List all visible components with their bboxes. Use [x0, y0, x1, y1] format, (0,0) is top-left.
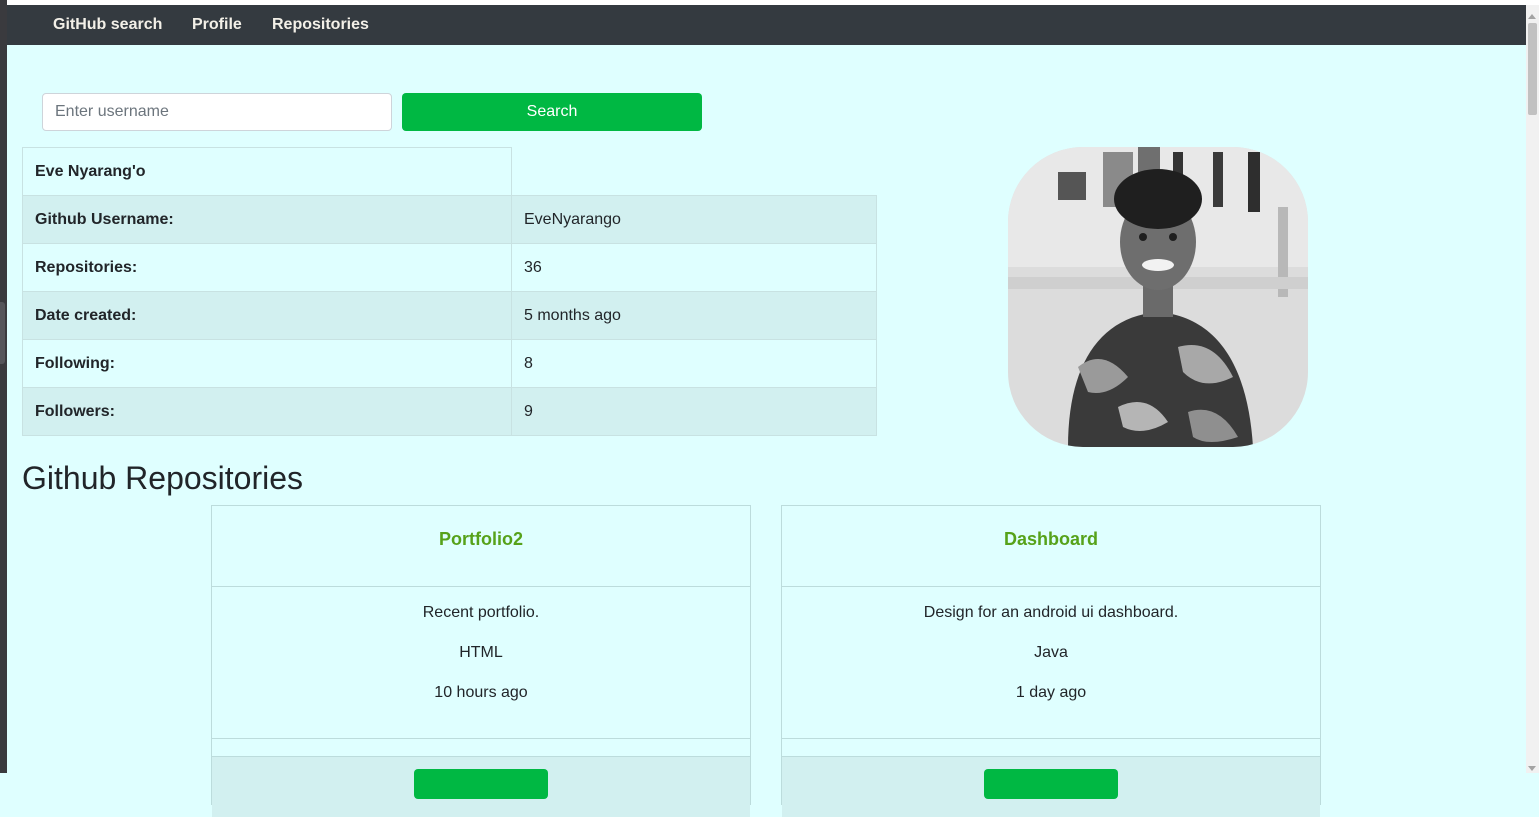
- repo-card-body: Recent portfolio. HTML 10 hours ago: [212, 587, 750, 739]
- profile-value-followers: 9: [511, 387, 877, 436]
- repositories-section-title: Github Repositories: [22, 460, 304, 496]
- avatar-photo: [1008, 147, 1308, 447]
- profile-row-following: Following: 8: [22, 339, 877, 388]
- profile-table: Eve Nyarang'o Github Username: EveNyaran…: [22, 147, 877, 436]
- profile-value-repositories: 36: [511, 243, 877, 292]
- window-left-frame: [0, 0, 7, 773]
- profile-label-followers: Followers:: [22, 387, 512, 436]
- repo-card: Dashboard Design for an android ui dashb…: [781, 505, 1321, 817]
- profile-row-repositories: Repositories: 36: [22, 243, 877, 292]
- repo-description: Design for an android ui dashboard.: [923, 604, 1179, 621]
- repo-language: Java: [1034, 644, 1068, 661]
- profile-label-repositories: Repositories:: [22, 243, 512, 292]
- repo-name-link[interactable]: Dashboard: [782, 506, 1320, 550]
- profile-value-username: EveNyarango: [511, 195, 877, 244]
- repo-card-footer: [782, 756, 1320, 817]
- scroll-down-arrow-icon[interactable]: [1528, 766, 1536, 771]
- scroll-up-arrow-icon[interactable]: [1528, 14, 1536, 19]
- view-repo-button[interactable]: [414, 769, 548, 799]
- repo-card-body: Design for an android ui dashboard. Java…: [782, 587, 1320, 739]
- navbar: GitHub search Profile Repositories: [7, 5, 1526, 45]
- nav-link-repositories[interactable]: Repositories: [272, 16, 369, 34]
- profile-name-row: Eve Nyarang'o: [22, 147, 877, 196]
- repo-card-header: Portfolio2: [212, 506, 750, 587]
- navbar-brand-link[interactable]: GitHub search: [53, 16, 162, 34]
- profile-row-followers: Followers: 9: [22, 387, 877, 436]
- repo-card-footer: [212, 756, 750, 817]
- repo-name-link[interactable]: Portfolio2: [212, 506, 750, 550]
- repo-description: Recent portfolio.: [422, 604, 540, 621]
- profile-label-following: Following:: [22, 339, 512, 388]
- side-panel-handle[interactable]: [0, 302, 5, 364]
- profile-avatar: [1008, 147, 1308, 447]
- view-repo-button[interactable]: [984, 769, 1118, 799]
- repo-updated: 1 day ago: [1015, 684, 1087, 701]
- profile-label-date-created: Date created:: [22, 291, 512, 340]
- profile-row-username: Github Username: EveNyarango: [22, 195, 877, 244]
- profile-name: Eve Nyarang'o: [22, 147, 512, 196]
- repo-card-header: Dashboard: [782, 506, 1320, 587]
- nav-link-profile[interactable]: Profile: [192, 16, 242, 34]
- repo-language: HTML: [459, 644, 503, 661]
- username-search-input[interactable]: [42, 93, 392, 131]
- repo-updated: 10 hours ago: [434, 684, 528, 701]
- profile-row-date-created: Date created: 5 months ago: [22, 291, 877, 340]
- profile-name-empty-cell: [511, 147, 877, 196]
- profile-value-following: 8: [511, 339, 877, 388]
- scrollbar-thumb[interactable]: [1528, 23, 1537, 115]
- profile-value-date-created: 5 months ago: [511, 291, 877, 340]
- repo-card: Portfolio2 Recent portfolio. HTML 10 hou…: [211, 505, 751, 817]
- vertical-scrollbar[interactable]: [1526, 5, 1539, 773]
- search-button[interactable]: Search: [402, 93, 702, 131]
- profile-label-username: Github Username:: [22, 195, 512, 244]
